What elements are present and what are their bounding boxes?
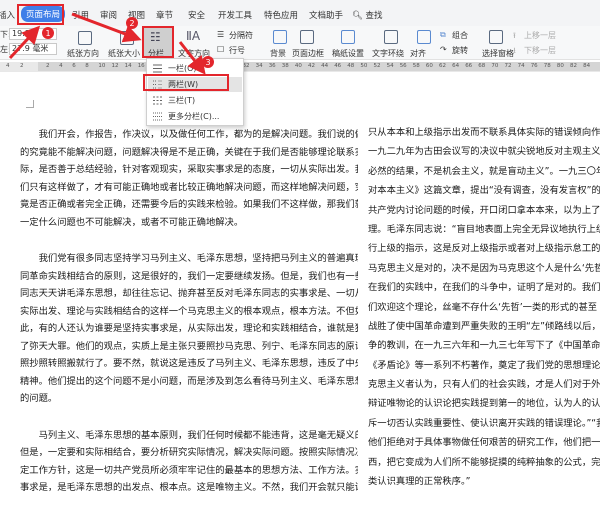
arrow-step-1 <box>8 25 41 60</box>
svg-text:3: 3 <box>205 58 210 67</box>
arrow-step-3 <box>178 41 206 75</box>
step-1-badge: 1 <box>42 27 54 39</box>
svg-text:2: 2 <box>129 19 134 28</box>
step-3-badge: 3 <box>202 56 214 68</box>
step-2-badge: 2 <box>126 17 138 29</box>
arrow-step-2 <box>71 12 142 43</box>
annotation-overlay: 1 2 3 <box>8 12 214 75</box>
svg-text:1: 1 <box>45 29 50 38</box>
